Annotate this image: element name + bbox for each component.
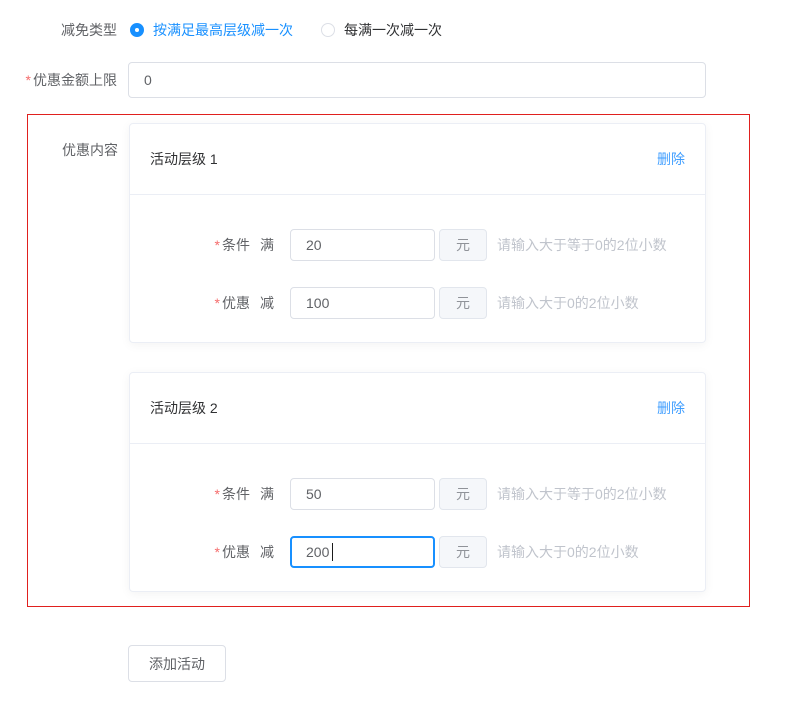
discount-amount-input-focused[interactable] <box>290 536 435 568</box>
condition-row: *条件满 元 请输入大于等于0的2位小数 <box>150 229 685 261</box>
max-discount-label: *优惠金额上限 <box>0 70 117 90</box>
discount-label: *优惠减 <box>150 542 274 562</box>
input-hint: 请输入大于等于0的2位小数 <box>497 235 667 255</box>
required-marker: * <box>26 72 31 88</box>
reduction-type-row: 减免类型 按满足最高层级减一次 每满一次减一次 <box>0 20 812 40</box>
unit-addon: 元 <box>439 229 487 261</box>
tier-card-1-delete-link[interactable]: 删除 <box>657 149 685 169</box>
condition-input-wrap <box>290 478 435 510</box>
radio-highest-tier-once[interactable]: 按满足最高层级减一次 <box>130 20 293 40</box>
tier-card-2-header: 活动层级 2 删除 <box>130 373 705 444</box>
input-hint: 请输入大于0的2位小数 <box>497 293 639 313</box>
required-marker: * <box>215 486 220 502</box>
text-caret <box>332 543 333 561</box>
discount-row: *优惠减 元 请输入大于0的2位小数 <box>150 287 685 319</box>
discount-amount-input[interactable] <box>290 287 435 319</box>
unit-addon: 元 <box>439 287 487 319</box>
tier-card-2-title: 活动层级 2 <box>150 398 218 418</box>
condition-row: *条件满 元 请输入大于等于0的2位小数 <box>150 478 685 510</box>
condition-label: *条件满 <box>150 484 274 504</box>
radio-every-time-once[interactable]: 每满一次减一次 <box>321 20 442 40</box>
tier-card-1: 活动层级 1 删除 *条件满 元 请输入大于等于0的2位小数 <box>129 123 706 343</box>
tier-card-1-title: 活动层级 1 <box>150 149 218 169</box>
discount-content-section: 优惠内容 活动层级 1 删除 *条件满 元 <box>27 114 750 607</box>
discount-label: *优惠减 <box>150 293 274 313</box>
discount-input-wrap <box>290 536 435 568</box>
required-marker: * <box>215 544 220 560</box>
radio-label[interactable]: 每满一次减一次 <box>344 20 442 40</box>
tier-card-2-delete-link[interactable]: 删除 <box>657 398 685 418</box>
condition-label: *条件满 <box>150 235 274 255</box>
discount-content-label: 优惠内容 <box>28 123 118 592</box>
radio-selected-icon[interactable] <box>130 23 144 37</box>
max-discount-input[interactable] <box>128 62 706 98</box>
radio-label[interactable]: 按满足最高层级减一次 <box>153 20 293 40</box>
radio-unselected-icon[interactable] <box>321 23 335 37</box>
tier-card-2-body: *条件满 元 请输入大于等于0的2位小数 *优惠减 <box>130 444 705 591</box>
promotion-form: 减免类型 按满足最高层级减一次 每满一次减一次 *优惠金额上限 优惠内容 活动层… <box>0 0 812 682</box>
max-discount-row: *优惠金额上限 <box>0 62 812 98</box>
reduction-type-label: 减免类型 <box>0 20 117 40</box>
input-hint: 请输入大于0的2位小数 <box>497 542 639 562</box>
tier-cards: 活动层级 1 删除 *条件满 元 请输入大于等于0的2位小数 <box>129 123 706 592</box>
unit-addon: 元 <box>439 536 487 568</box>
tier-card-2: 活动层级 2 删除 *条件满 元 请输入大于等于0的2位小数 <box>129 372 706 592</box>
required-marker: * <box>215 295 220 311</box>
tier-card-1-body: *条件满 元 请输入大于等于0的2位小数 *优惠减 <box>130 195 705 342</box>
condition-amount-input[interactable] <box>290 229 435 261</box>
discount-row: *优惠减 元 请输入大于0的2位小数 <box>150 536 685 568</box>
add-activity-button[interactable]: 添加活动 <box>128 645 226 682</box>
required-marker: * <box>215 237 220 253</box>
input-hint: 请输入大于等于0的2位小数 <box>497 484 667 504</box>
unit-addon: 元 <box>439 478 487 510</box>
tier-card-1-header: 活动层级 1 删除 <box>130 124 705 195</box>
condition-input-wrap <box>290 229 435 261</box>
condition-amount-input[interactable] <box>290 478 435 510</box>
discount-input-wrap <box>290 287 435 319</box>
reduction-type-radio-group: 按满足最高层级减一次 每满一次减一次 <box>130 20 442 40</box>
